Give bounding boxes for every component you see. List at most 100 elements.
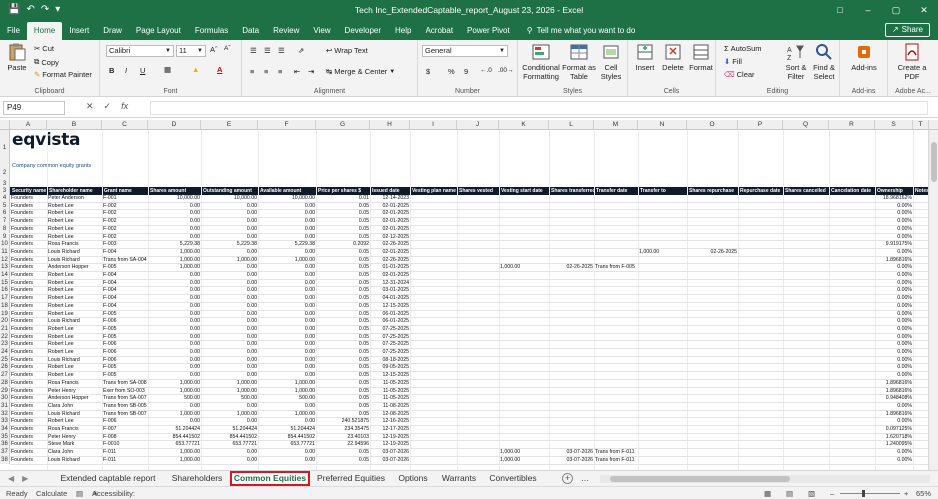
table-cell[interactable] [499,326,549,334]
table-cell[interactable]: 03-01-2025 [370,287,410,295]
table-cell[interactable] [457,411,499,419]
cancel-icon[interactable]: ✕ [86,101,94,112]
row-header[interactable]: 16 [0,287,10,296]
align-bottom-icon[interactable]: ☰ [278,46,285,55]
table-cell[interactable]: F-006 [102,418,148,426]
table-cell[interactable]: 0.00 [258,226,316,234]
table-cell[interactable]: Peter Henry [47,434,102,442]
table-cell[interactable]: 0.00 [201,264,258,272]
table-cell[interactable] [549,303,594,311]
table-cell[interactable] [687,341,738,349]
row-header[interactable]: 18 [0,302,10,311]
table-cell[interactable]: 11-05-2025 [370,388,410,396]
column-header-g[interactable]: G [316,120,370,130]
table-cell[interactable]: Founders [10,241,47,249]
table-cell[interactable] [829,364,875,372]
table-cell[interactable] [913,411,929,419]
column-header-j[interactable]: J [457,120,499,130]
table-cell[interactable]: 0.00% [875,272,913,280]
table-cell[interactable]: 07-25-2025 [370,326,410,334]
row-header[interactable]: 30 [0,395,10,403]
row-header[interactable]: 2 [0,166,10,181]
table-cell[interactable] [913,241,929,249]
table-cell[interactable] [687,287,738,295]
table-cell[interactable] [499,418,549,426]
table-cell[interactable] [410,241,457,249]
menu-developer[interactable]: Developer [338,22,388,40]
table-header-cell[interactable]: Vesting start date [500,187,550,195]
row-header[interactable]: 33 [0,418,10,426]
table-cell[interactable]: 0.05 [316,226,370,234]
table-cell[interactable]: 0.00 [201,210,258,218]
table-cell[interactable] [783,326,829,334]
table-cell[interactable] [594,364,638,372]
table-cell[interactable]: Trans from SA-004 [102,257,148,265]
table-cell[interactable] [457,287,499,295]
table-cell[interactable] [499,364,549,372]
table-cell[interactable] [549,395,594,403]
table-cell[interactable] [549,241,594,249]
table-cell[interactable]: 0.00 [201,341,258,349]
table-cell[interactable] [829,357,875,365]
table-cell[interactable]: Founders [10,372,47,380]
table-cell[interactable] [499,210,549,218]
table-cell[interactable] [499,295,549,303]
table-cell[interactable]: F-005 [102,264,148,272]
table-cell[interactable] [410,334,457,342]
table-cell[interactable]: 0.00 [148,203,201,211]
table-cell[interactable] [738,295,783,303]
table-cell[interactable]: Trans from SA-008 [102,380,148,388]
table-cell[interactable]: 0.00 [201,249,258,257]
table-cell[interactable]: Founders [10,388,47,396]
table-cell[interactable] [457,303,499,311]
table-cell[interactable]: F-008 [102,434,148,442]
table-cell[interactable] [594,395,638,403]
table-cell[interactable] [783,418,829,426]
row-header[interactable]: 34 [0,426,10,434]
table-header-cell[interactable]: Shares vested [458,187,500,195]
table-cell[interactable]: 854.441502 [201,434,258,442]
table-cell[interactable]: 0.00% [875,264,913,272]
table-cell[interactable]: 0.00 [148,218,201,226]
table-cell[interactable]: F-002 [102,203,148,211]
table-cell[interactable] [638,195,687,203]
horizontal-scrollbar[interactable] [600,475,930,483]
table-cell[interactable] [457,326,499,334]
table-cell[interactable]: 0.00% [875,249,913,257]
table-cell[interactable] [913,349,929,357]
table-cell[interactable] [783,457,829,465]
table-cell[interactable]: 1,000.00 [148,388,201,396]
table-cell[interactable]: Founders [10,411,47,419]
table-cell[interactable] [549,372,594,380]
table-cell[interactable] [738,264,783,272]
table-cell[interactable] [638,341,687,349]
table-cell[interactable]: Founders [10,434,47,442]
sheet-tab-extended-captable-report[interactable]: Extended captable report [52,471,164,486]
table-cell[interactable] [457,418,499,426]
table-cell[interactable]: 0.05 [316,403,370,411]
table-cell[interactable] [829,349,875,357]
table-cell[interactable] [549,295,594,303]
table-cell[interactable]: 0.05 [316,210,370,218]
table-cell[interactable] [549,426,594,434]
table-cell[interactable]: 0.00 [258,403,316,411]
table-cell[interactable]: Founders [10,295,47,303]
table-cell[interactable] [783,364,829,372]
table-cell[interactable]: Robert Lee [47,272,102,280]
table-cell[interactable]: 0.948408% [875,395,913,403]
table-cell[interactable]: 0.00% [875,295,913,303]
table-cell[interactable] [499,218,549,226]
table-cell[interactable]: 12-15-2025 [370,372,410,380]
sheet-tab-preferred-equities[interactable]: Preferred Equities [312,471,390,486]
table-cell[interactable] [829,295,875,303]
table-cell[interactable] [738,280,783,288]
table-cell[interactable]: F-004 [102,249,148,257]
redo-icon[interactable]: ↷ [41,0,49,20]
table-cell[interactable]: Robert Lee [47,303,102,311]
borders-icon[interactable]: ▦ [164,65,171,74]
table-cell[interactable] [738,334,783,342]
table-cell[interactable] [549,210,594,218]
table-cell[interactable]: 12-19-2025 [370,441,410,449]
table-cell[interactable]: 0.00 [201,403,258,411]
table-header-cell[interactable]: Shares cancelled [784,187,830,195]
